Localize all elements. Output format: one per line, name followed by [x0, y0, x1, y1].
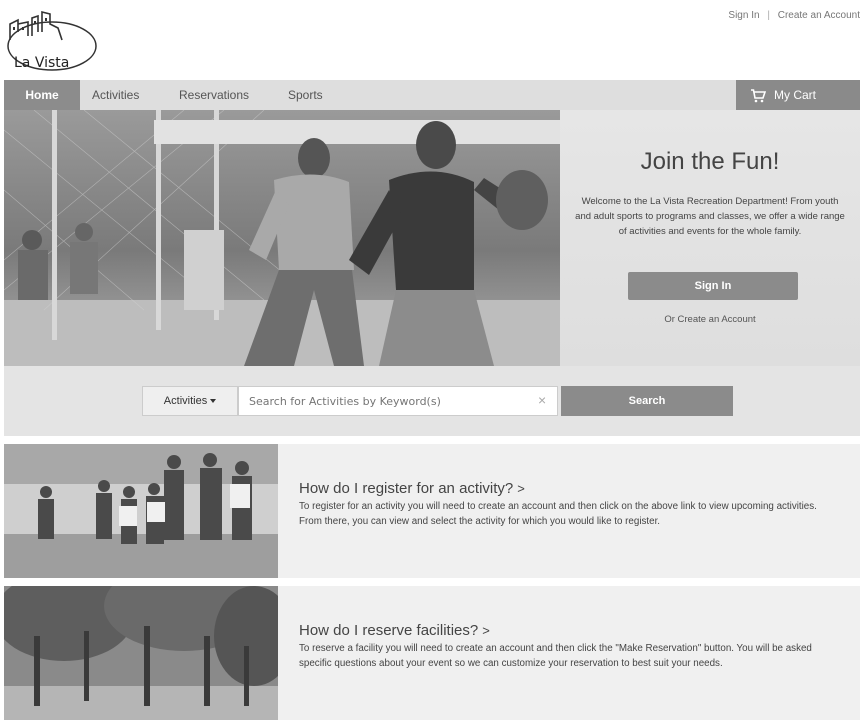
reserve-info-title-text: How do I reserve facilities? [299, 622, 479, 639]
reserve-info-section: How do I reserve facilities? > To reserve… [4, 586, 860, 720]
park-trees-photo [4, 586, 278, 720]
hero-welcome-text: Welcome to the La Vista Recreation Depar… [575, 196, 845, 237]
link-separator: | [767, 10, 770, 21]
top-sign-in-link[interactable]: Sign In [728, 10, 759, 21]
soccer-team-photo [4, 444, 278, 578]
nav-home[interactable]: Home [4, 80, 80, 110]
register-info-title[interactable]: How do I register for an activity? > [299, 480, 525, 497]
reserve-info-title[interactable]: How do I reserve facilities? > [299, 622, 490, 639]
search-input[interactable] [238, 386, 558, 416]
my-cart-button[interactable]: My Cart [736, 80, 860, 110]
chevron-right-icon: > [517, 481, 525, 496]
search-bar: Activities × Search [4, 366, 860, 436]
hero-banner: Join the Fun! Welcome to the La Vista Re… [4, 110, 860, 366]
hero-baseball-photo [4, 110, 560, 366]
register-info-title-text: How do I register for an activity? [299, 480, 514, 497]
top-create-account-link[interactable]: Create an Account [778, 10, 860, 21]
cart-label: My Cart [774, 88, 816, 102]
register-info-section: How do I register for an activity? > To r… [4, 444, 860, 578]
search-category-dropdown[interactable]: Activities [142, 386, 238, 416]
chevron-right-icon: > [482, 623, 490, 638]
account-links: Sign In | Create an Account [728, 10, 860, 21]
nav-activities[interactable]: Activities [92, 80, 139, 110]
dropdown-label: Activities [163, 395, 208, 407]
logo-text: La Vista [14, 55, 70, 71]
register-info-text: To register for an activity you will nee… [299, 501, 817, 527]
reserve-info-text: To reserve a facility you will need to c… [299, 643, 812, 669]
hero-title: Join the Fun! [640, 148, 780, 175]
nav-sports[interactable]: Sports [288, 80, 323, 110]
main-nav: Home Activities Reservations Sports My C… [4, 80, 860, 110]
search-button[interactable]: Search [561, 386, 733, 416]
nav-reservations[interactable]: Reservations [179, 80, 249, 110]
hero-create-account-link[interactable]: Or Create an Account [574, 314, 846, 325]
hero-sign-in-button[interactable]: Sign In [628, 272, 798, 300]
site-logo[interactable]: La Vista [4, 10, 104, 74]
clear-icon[interactable]: × [538, 392, 546, 408]
hero-welcome-panel: Join the Fun! Welcome to the La Vista Re… [560, 110, 860, 366]
caret-down-icon [210, 399, 217, 404]
cart-icon [751, 89, 767, 103]
